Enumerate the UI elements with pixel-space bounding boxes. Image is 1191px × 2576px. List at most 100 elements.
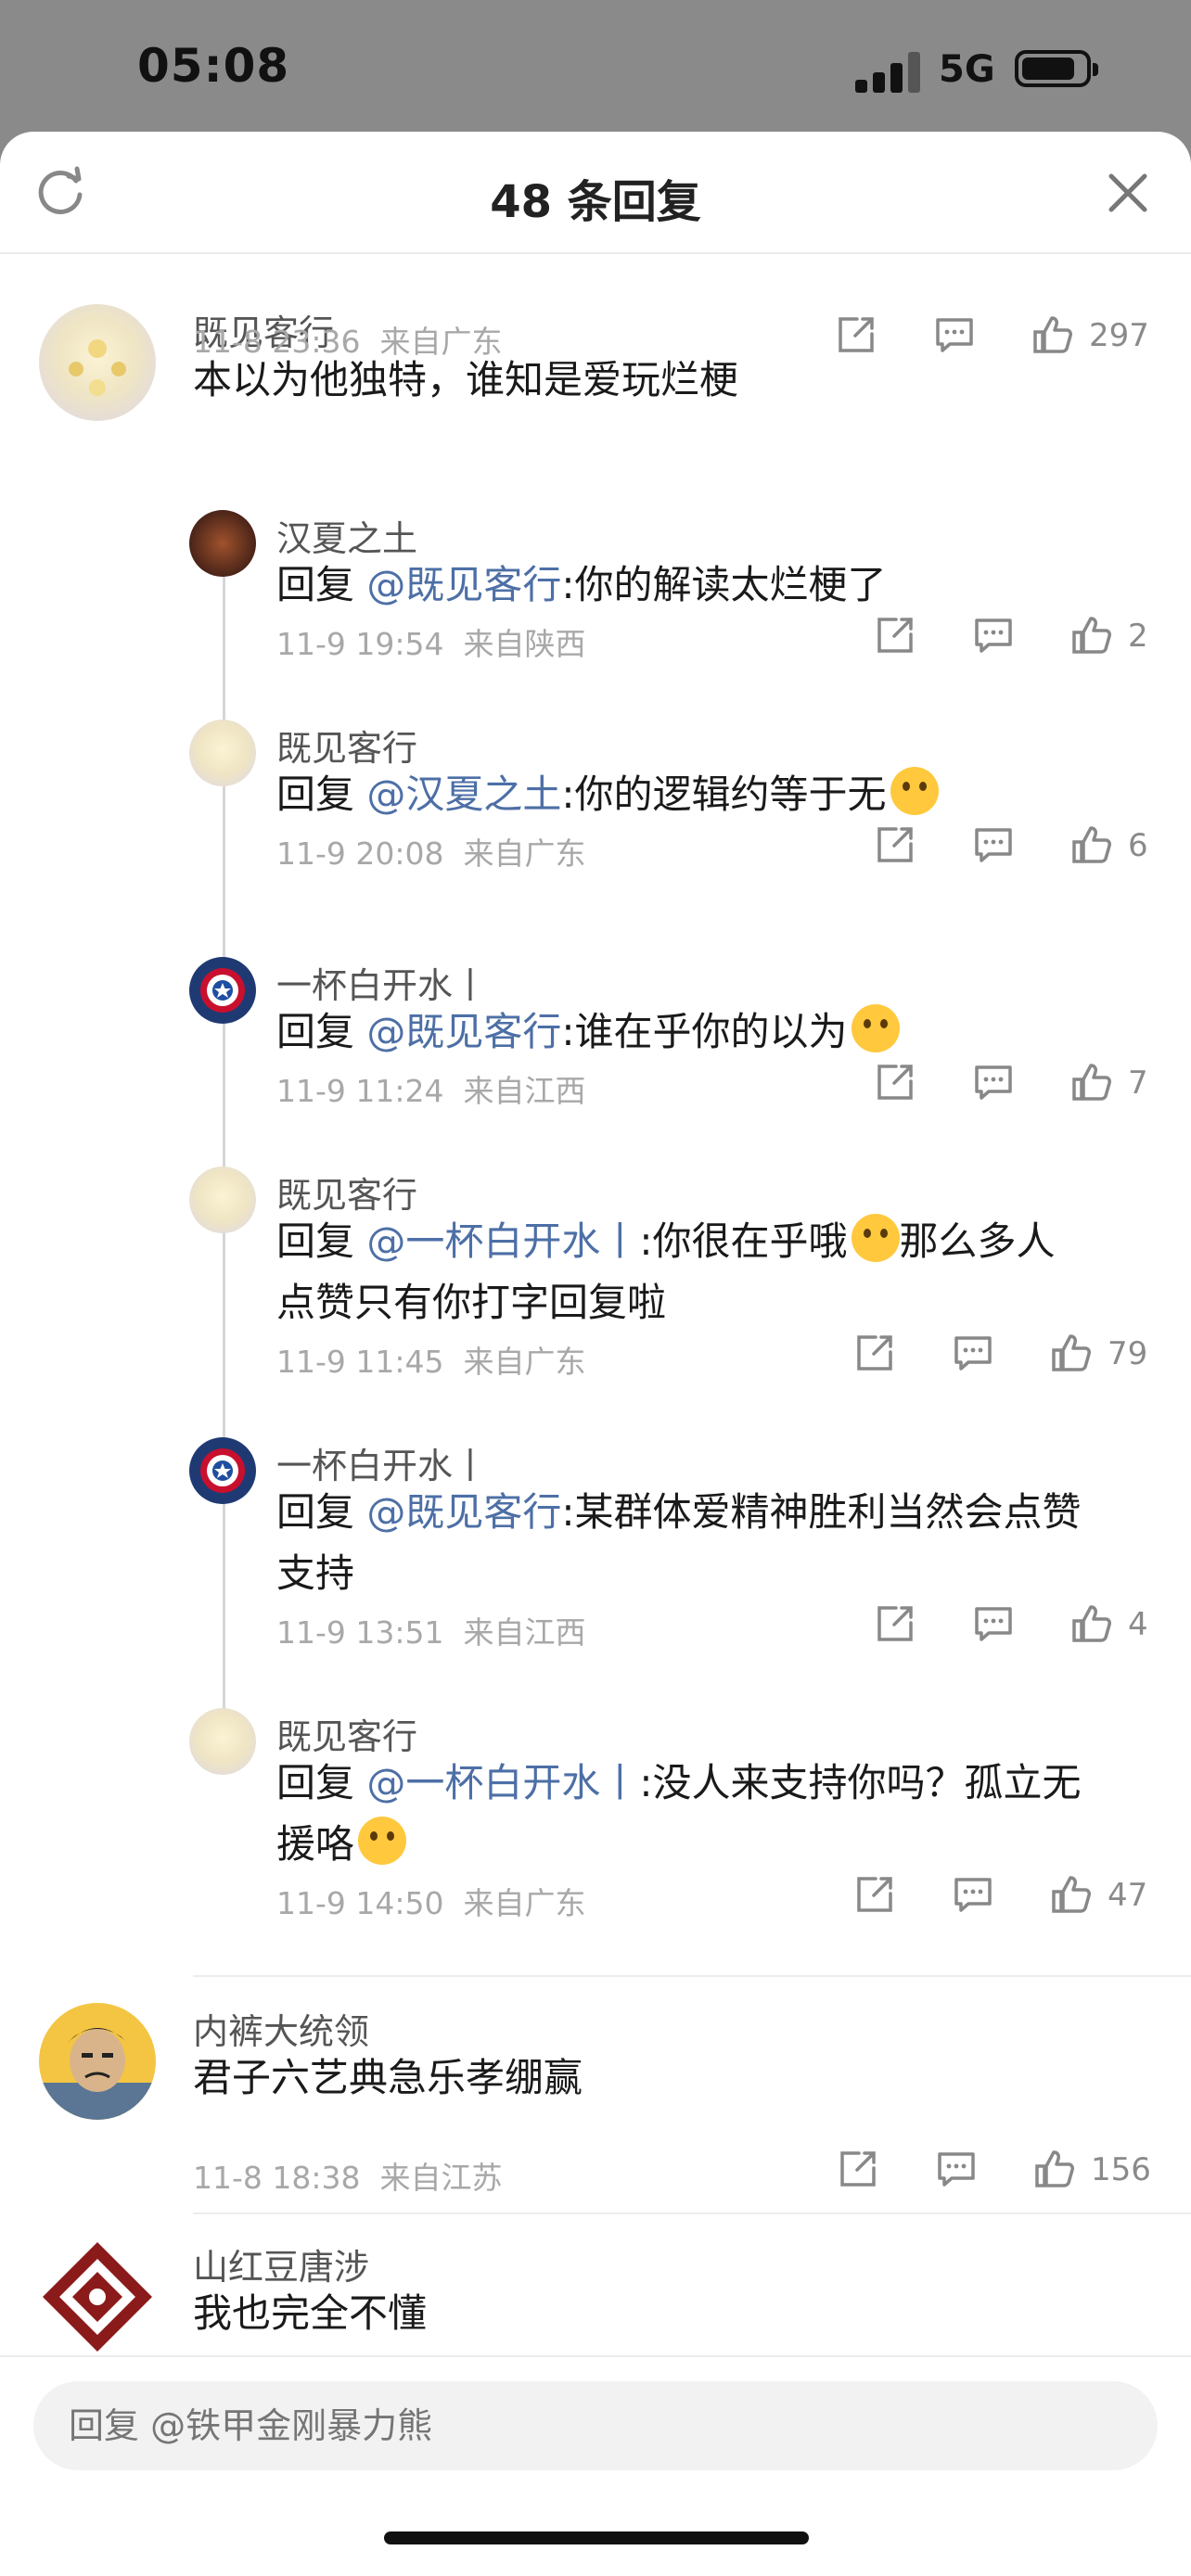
reply-body: :谁在乎你的以为 <box>561 1009 848 1054</box>
reply-meta: 11-9 11:45 来自广东 <box>276 1337 585 1382</box>
reply-prefix: 回复 <box>276 1489 367 1535</box>
comment-icon[interactable] <box>952 1332 994 1374</box>
reply-author[interactable]: 既见客行 <box>276 720 417 771</box>
reply-location: 来自广东 <box>463 1885 586 1921</box>
reply-time: 11-9 13:51 <box>276 1614 444 1651</box>
battery-icon <box>1015 50 1098 87</box>
share-icon[interactable] <box>853 1332 896 1374</box>
reply-prefix: 回复 <box>276 772 367 817</box>
comment-icon[interactable] <box>972 614 1015 657</box>
mention-link[interactable]: @既见客行 <box>366 1489 561 1535</box>
reply-location: 来自广东 <box>463 835 586 872</box>
reply-prefix: 回复 <box>276 1760 367 1805</box>
divider <box>193 1975 1191 1977</box>
reply-body: :你的解读太烂梗了 <box>561 562 887 607</box>
comment-location: 来自广东 <box>379 324 503 360</box>
like-count: 6 <box>1128 827 1148 864</box>
like-icon[interactable] <box>1050 1332 1093 1374</box>
share-icon[interactable] <box>835 313 877 356</box>
reply-body: :没人来支持你吗？孤立无 <box>639 1760 1082 1805</box>
like-count: 4 <box>1128 1606 1148 1643</box>
avatar[interactable] <box>189 720 256 786</box>
share-icon[interactable] <box>874 614 916 657</box>
sheet-title: 48 条回复 <box>490 176 701 228</box>
reply-location: 来自江西 <box>463 1614 586 1651</box>
reply-author[interactable]: 汉夏之土 <box>276 510 417 561</box>
reply-time: 11-9 19:54 <box>276 626 444 662</box>
like-icon[interactable] <box>1031 313 1074 356</box>
share-icon[interactable] <box>837 2148 879 2190</box>
reply-bar <box>0 2355 1191 2576</box>
share-icon[interactable] <box>874 1602 916 1645</box>
avatar[interactable] <box>39 2238 156 2355</box>
reply-text-line2: 支持 <box>276 1543 354 1604</box>
share-icon[interactable] <box>874 1061 916 1103</box>
reply-meta: 11-9 14:50 来自广东 <box>276 1879 585 1923</box>
like-icon[interactable] <box>1070 823 1113 866</box>
reply-author[interactable]: 既见客行 <box>276 1708 417 1759</box>
avatar[interactable] <box>39 2003 156 2120</box>
like-icon[interactable] <box>1050 1873 1093 1916</box>
reply-text: 回复 @汉夏之土:你的逻辑约等于无 <box>276 764 939 825</box>
close-icon[interactable] <box>1104 169 1152 217</box>
reply-author[interactable]: 既见客行 <box>276 1167 417 1218</box>
comment-location: 来自江苏 <box>379 2160 503 2196</box>
avatar[interactable] <box>189 1437 256 1504</box>
divider <box>193 2213 1191 2214</box>
mention-link[interactable]: @一杯白开水丨 <box>366 1218 639 1264</box>
reply-input[interactable] <box>33 2381 1158 2470</box>
comment-icon[interactable] <box>972 823 1015 866</box>
reply-location: 来自广东 <box>463 1344 586 1380</box>
comment-meta: 11-8 23:36 来自广东 <box>193 317 502 362</box>
reply-text: 回复 @既见客行:某群体爱精神胜利当然会点赞 <box>276 1482 1082 1543</box>
thread-line <box>223 516 225 1712</box>
comment-author[interactable]: 内裤大统领 <box>193 2003 369 2054</box>
comment-icon[interactable] <box>972 1602 1015 1645</box>
avatar[interactable] <box>189 1708 256 1775</box>
comment-icon[interactable] <box>935 2148 978 2190</box>
like-count: 79 <box>1108 1335 1148 1372</box>
tongue-emoji <box>851 1214 900 1262</box>
reply-text-line2: 点赞只有你打字回复啦 <box>276 1272 666 1333</box>
reply-time: 11-9 20:08 <box>276 835 444 872</box>
comment-time: 11-8 23:36 <box>193 324 361 360</box>
reply-text-line2: 援咯 <box>276 1814 407 1875</box>
replies-sheet: 48 条回复 既见客行 本以为他独特，谁知是爱玩烂梗 11-8 23:36 来自… <box>0 132 1191 2576</box>
comment-icon[interactable] <box>972 1061 1015 1103</box>
share-icon[interactable] <box>874 823 916 866</box>
like-icon[interactable] <box>1070 1602 1113 1645</box>
avatar[interactable] <box>189 957 256 1024</box>
reply-body-line2: 援咯 <box>276 1821 355 1867</box>
share-icon[interactable] <box>853 1873 896 1916</box>
reply-author[interactable]: 一杯白开水丨 <box>276 957 488 1008</box>
like-count: 297 <box>1089 317 1149 354</box>
like-icon[interactable] <box>1033 2148 1076 2190</box>
reply-location: 来自陕西 <box>463 626 586 662</box>
avatar[interactable] <box>189 1167 256 1233</box>
reply-author[interactable]: 一杯白开水丨 <box>276 1437 488 1488</box>
reply-time: 11-9 11:45 <box>276 1344 444 1380</box>
avatar[interactable] <box>189 510 256 577</box>
like-icon[interactable] <box>1070 614 1113 657</box>
comment-icon[interactable] <box>933 313 976 356</box>
home-indicator <box>384 2531 809 2544</box>
mention-link[interactable]: @既见客行 <box>366 1009 561 1054</box>
comment-text: 君子六艺典急乐孝绷赢 <box>193 2047 583 2109</box>
avatar[interactable] <box>39 304 156 421</box>
mention-link[interactable]: @一杯白开水丨 <box>366 1760 639 1805</box>
mention-link[interactable]: @既见客行 <box>366 562 561 607</box>
reply-meta: 11-9 11:24 来自江西 <box>276 1066 585 1111</box>
reply-time: 11-9 14:50 <box>276 1885 444 1921</box>
comment-meta: 11-8 18:38 来自江苏 <box>193 2153 502 2198</box>
like-icon[interactable] <box>1070 1061 1113 1103</box>
mention-link[interactable]: @汉夏之土 <box>366 772 561 817</box>
reply-prefix: 回复 <box>276 562 367 607</box>
comment-author[interactable]: 山红豆唐涉 <box>193 2238 369 2289</box>
reply-meta: 11-9 19:54 来自陕西 <box>276 619 585 664</box>
reply-meta: 11-9 20:08 来自广东 <box>276 829 585 874</box>
reply-text: 回复 @既见客行:你的解读太烂梗了 <box>276 555 887 616</box>
comment-icon[interactable] <box>952 1873 994 1916</box>
status-time: 05:08 <box>137 39 290 93</box>
reply-location: 来自江西 <box>463 1073 586 1109</box>
reply-body-line2: 支持 <box>276 1550 355 1596</box>
